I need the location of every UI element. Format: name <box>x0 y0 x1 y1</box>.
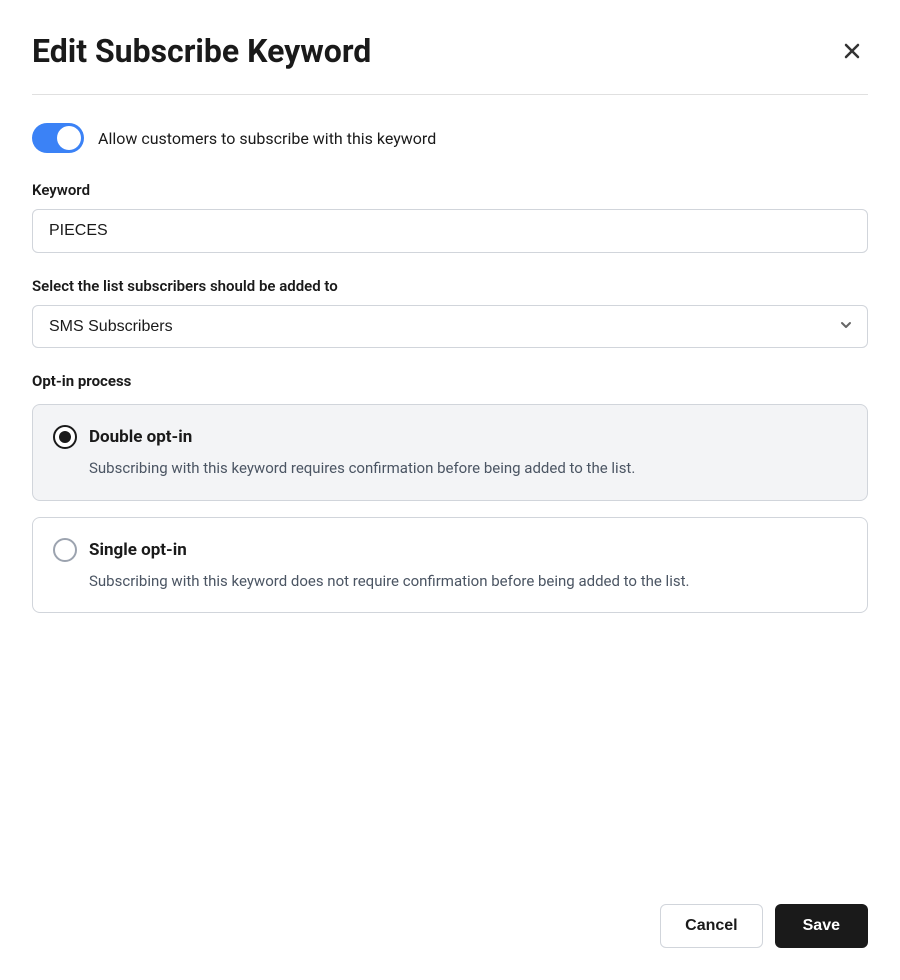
cancel-button[interactable]: Cancel <box>660 904 762 948</box>
list-label: Select the list subscribers should be ad… <box>32 277 868 295</box>
subscribe-toggle[interactable] <box>32 123 84 153</box>
modal-container: Edit Subscribe Keyword Allow customers t… <box>0 0 900 980</box>
double-opt-in-radio[interactable] <box>53 425 77 449</box>
double-opt-in-description: Subscribing with this keyword requires c… <box>89 457 847 480</box>
opt-in-options: Double opt-in Subscribing with this keyw… <box>32 404 868 613</box>
modal-footer: Cancel Save <box>32 864 868 948</box>
double-opt-in-card[interactable]: Double opt-in Subscribing with this keyw… <box>32 404 868 501</box>
list-section: Select the list subscribers should be ad… <box>32 277 868 348</box>
modal-title: Edit Subscribe Keyword <box>32 32 371 70</box>
header-divider <box>32 94 868 95</box>
list-select[interactable]: SMS Subscribers Email Subscribers All Su… <box>32 305 868 348</box>
keyword-section: Keyword <box>32 181 868 253</box>
keyword-input[interactable] <box>32 209 868 253</box>
single-opt-in-card[interactable]: Single opt-in Subscribing with this keyw… <box>32 517 868 614</box>
opt-in-section-title: Opt-in process <box>32 372 868 390</box>
save-button[interactable]: Save <box>775 904 868 948</box>
single-opt-in-name: Single opt-in <box>89 540 187 560</box>
close-icon <box>840 39 864 63</box>
single-opt-in-description: Subscribing with this keyword does not r… <box>89 570 847 593</box>
toggle-slider <box>32 123 84 153</box>
double-opt-in-name: Double opt-in <box>89 427 192 447</box>
toggle-label: Allow customers to subscribe with this k… <box>98 129 436 148</box>
opt-in-section: Opt-in process Double opt-in Subscribing… <box>32 372 868 613</box>
keyword-label: Keyword <box>32 181 868 199</box>
double-opt-in-header: Double opt-in <box>53 425 847 449</box>
single-opt-in-header: Single opt-in <box>53 538 847 562</box>
list-select-wrapper: SMS Subscribers Email Subscribers All Su… <box>32 305 868 348</box>
single-opt-in-radio[interactable] <box>53 538 77 562</box>
modal-header: Edit Subscribe Keyword <box>32 32 868 70</box>
toggle-row: Allow customers to subscribe with this k… <box>32 123 868 153</box>
close-button[interactable] <box>836 35 868 67</box>
